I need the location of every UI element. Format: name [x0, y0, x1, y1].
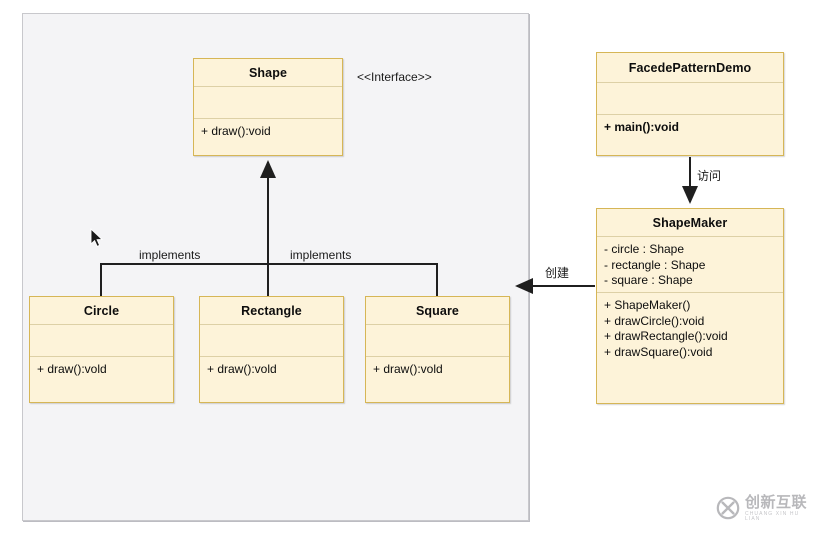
uml-class-shape-attributes [194, 87, 342, 119]
uml-class-facede-pattern-demo-operations: + main():void [604, 120, 680, 134]
diagram-canvas: Shape + draw():void <<Interface>> Circle… [0, 0, 814, 533]
uml-class-shape-maker-attributes: - circle : Shape - rectangle : Shape - s… [597, 237, 783, 293]
circled-x-logo-icon [716, 496, 740, 520]
uml-class-square-operations: + draw():vold [373, 362, 443, 376]
implements-label-left: implements [139, 248, 201, 262]
uml-class-shape-name: Shape [194, 59, 342, 87]
uml-class-shape[interactable]: Shape + draw():void [193, 58, 343, 156]
uml-class-shape-operations: + draw():void [201, 124, 271, 138]
watermark-text: 创新互联 CHUANG XIN HU LIAN [745, 495, 808, 522]
uml-class-circle-attributes [30, 325, 173, 357]
uml-class-square[interactable]: Square + draw():vold [365, 296, 510, 403]
uml-class-shape-maker-operations: + ShapeMaker() + drawCircle():void + dra… [604, 298, 728, 359]
uml-class-circle-name: Circle [30, 297, 173, 325]
uml-class-shape-maker-name: ShapeMaker [597, 209, 783, 237]
interface-stereotype-label: <<Interface>> [357, 70, 432, 84]
visits-label: 访问 [697, 169, 722, 183]
uml-class-shape-maker[interactable]: ShapeMaker - circle : Shape - rectangle … [596, 208, 784, 404]
uml-class-circle-operations: + draw():vold [37, 362, 107, 376]
implements-label-right: implements [290, 248, 352, 262]
uml-class-rectangle-attributes [200, 325, 343, 357]
uml-class-facede-pattern-demo-attributes [597, 83, 783, 115]
edge-square-implements-shape [268, 263, 438, 296]
uml-class-rectangle-operations: + draw():vold [207, 362, 277, 376]
edge-circle-implements-shape [100, 263, 268, 296]
uml-class-facede-pattern-demo[interactable]: FacedePatternDemo + main():void [596, 52, 784, 156]
uml-class-circle[interactable]: Circle + draw():vold [29, 296, 174, 403]
watermark-chinese: 创新互联 [745, 493, 808, 511]
uml-class-square-name: Square [366, 297, 509, 325]
watermark: 创新互联 CHUANG XIN HU LIAN [716, 489, 808, 527]
uml-class-rectangle[interactable]: Rectangle + draw():vold [199, 296, 344, 403]
creates-label: 创建 [545, 266, 570, 280]
uml-class-rectangle-name: Rectangle [200, 297, 343, 325]
uml-class-facede-pattern-demo-name: FacedePatternDemo [597, 53, 783, 83]
watermark-pinyin: CHUANG XIN HU LIAN [745, 510, 800, 522]
uml-class-square-attributes [366, 325, 509, 357]
